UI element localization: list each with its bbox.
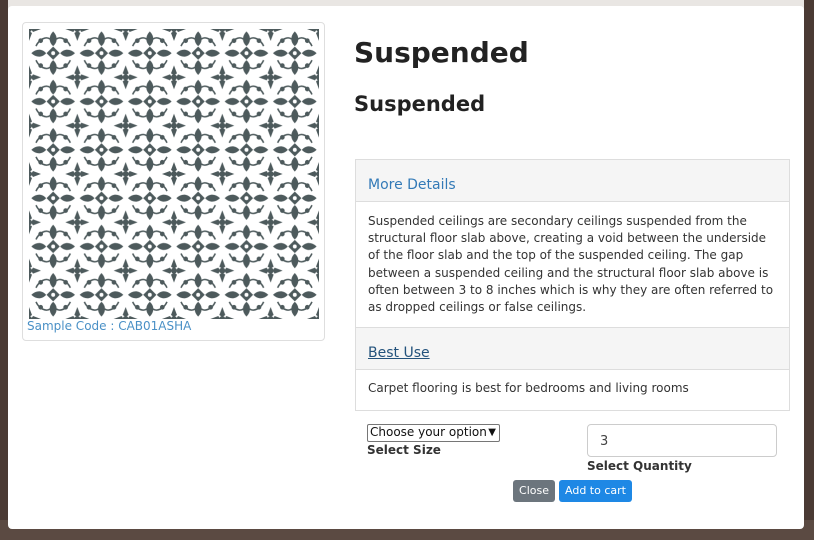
more-details-header[interactable]: More Details — [356, 160, 789, 202]
product-title: Suspended — [354, 36, 529, 69]
best-use-header[interactable]: Best Use — [356, 327, 789, 370]
product-image-card: Sample Code : CAB01ASHA — [22, 22, 325, 341]
backdrop-left-edge — [0, 0, 8, 540]
product-pattern-image — [29, 29, 319, 319]
best-use-body: Carpet flooring is best for bedrooms and… — [368, 381, 689, 395]
sample-code: Sample Code : CAB01ASHA — [27, 319, 192, 333]
quantity-value: 3 — [600, 434, 609, 449]
close-button[interactable]: Close — [513, 480, 555, 502]
quantity-label: Select Quantity — [587, 459, 692, 473]
best-use-title[interactable]: Best Use — [368, 345, 430, 361]
add-to-cart-button[interactable]: Add to cart — [559, 480, 632, 502]
quantity-input[interactable]: 3 — [587, 424, 777, 457]
chevron-down-icon: ▼ — [488, 427, 496, 438]
size-select[interactable]: Choose your option ▼ — [367, 424, 500, 442]
more-details-title[interactable]: More Details — [368, 177, 456, 193]
backdrop-right-edge — [804, 0, 814, 540]
size-label: Select Size — [367, 443, 441, 457]
product-subtitle: Suspended — [354, 92, 486, 116]
more-details-body: Suspended ceilings are secondary ceiling… — [368, 214, 774, 315]
size-select-value: Choose your option — [370, 425, 487, 439]
product-modal: Sample Code : CAB01ASHA Suspended Suspen… — [8, 6, 804, 529]
details-accordion: More Details Suspended ceilings are seco… — [355, 159, 790, 411]
